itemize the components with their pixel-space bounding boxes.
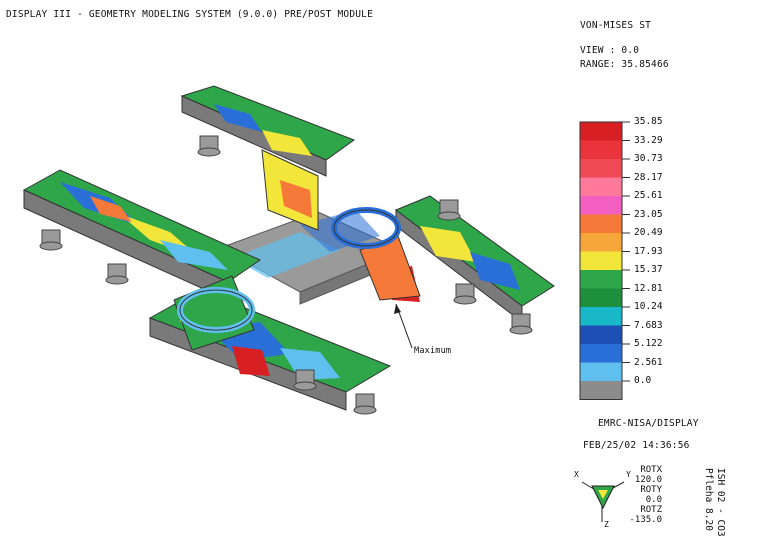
legend-value: 28.17 bbox=[634, 171, 663, 183]
note-line-2: Pfleha 8.20 bbox=[703, 468, 714, 531]
legend-value: 23.05 bbox=[634, 208, 663, 220]
legend-value: 30.73 bbox=[634, 153, 663, 164]
legend-value: 12.81 bbox=[634, 282, 663, 294]
rotz-label: ROTZ bbox=[640, 505, 662, 515]
legend-value: 15.37 bbox=[634, 264, 663, 275]
right-lower-arm bbox=[395, 195, 555, 307]
legend-swatch bbox=[580, 196, 622, 215]
legend-value: 0.0 bbox=[634, 375, 652, 386]
axis-x-label: X bbox=[574, 470, 580, 479]
legend-value: 2.561 bbox=[634, 356, 663, 368]
legend-value: 7.683 bbox=[634, 319, 663, 331]
legend-swatch bbox=[580, 381, 622, 400]
axis-y-label: Y bbox=[626, 470, 632, 479]
legend-swatch bbox=[580, 177, 622, 196]
handwritten-note: ISH 02 - CO3 Pfleha 8.20 bbox=[702, 468, 726, 537]
rotz-value: -135.0 bbox=[629, 515, 662, 525]
legend-swatch bbox=[580, 233, 622, 252]
axis-z-label: Z bbox=[604, 520, 610, 529]
legend-swatch bbox=[580, 251, 622, 270]
datetime-label: FEB/25/02 14:36:56 bbox=[583, 440, 690, 451]
legend-swatch bbox=[580, 122, 622, 141]
rotx-label: ROTX bbox=[640, 465, 662, 475]
legend-swatch bbox=[580, 159, 622, 178]
legend-swatch bbox=[580, 288, 622, 307]
legend-value: 17.93 bbox=[634, 245, 663, 257]
legend-swatch bbox=[580, 270, 622, 289]
legend-value: 35.85 bbox=[634, 116, 663, 127]
legend-swatch bbox=[580, 325, 622, 344]
software-label: EMRC-NISA/DISPLAY bbox=[598, 418, 699, 429]
rotx-value: 120.0 bbox=[634, 475, 662, 485]
legend-swatch bbox=[580, 307, 622, 326]
legend-swatch bbox=[580, 214, 622, 233]
legend-color-bar bbox=[579, 121, 630, 400]
roty-label: ROTY bbox=[640, 485, 662, 495]
fe-model-render bbox=[22, 85, 630, 522]
legend-value: 33.29 bbox=[634, 134, 663, 146]
maximum-label: Maximum bbox=[414, 346, 452, 356]
legend-swatch bbox=[580, 362, 622, 381]
legend-value: 5.122 bbox=[634, 338, 663, 349]
roty-value: 0.0 bbox=[645, 495, 662, 505]
legend-value: 10.24 bbox=[634, 301, 663, 312]
legend-value: 25.61 bbox=[634, 190, 663, 201]
legend-swatch bbox=[580, 344, 622, 363]
legend-swatch bbox=[580, 140, 622, 159]
legend-value: 20.49 bbox=[634, 227, 663, 238]
note-line-1: ISH 02 - CO3 bbox=[715, 468, 726, 537]
